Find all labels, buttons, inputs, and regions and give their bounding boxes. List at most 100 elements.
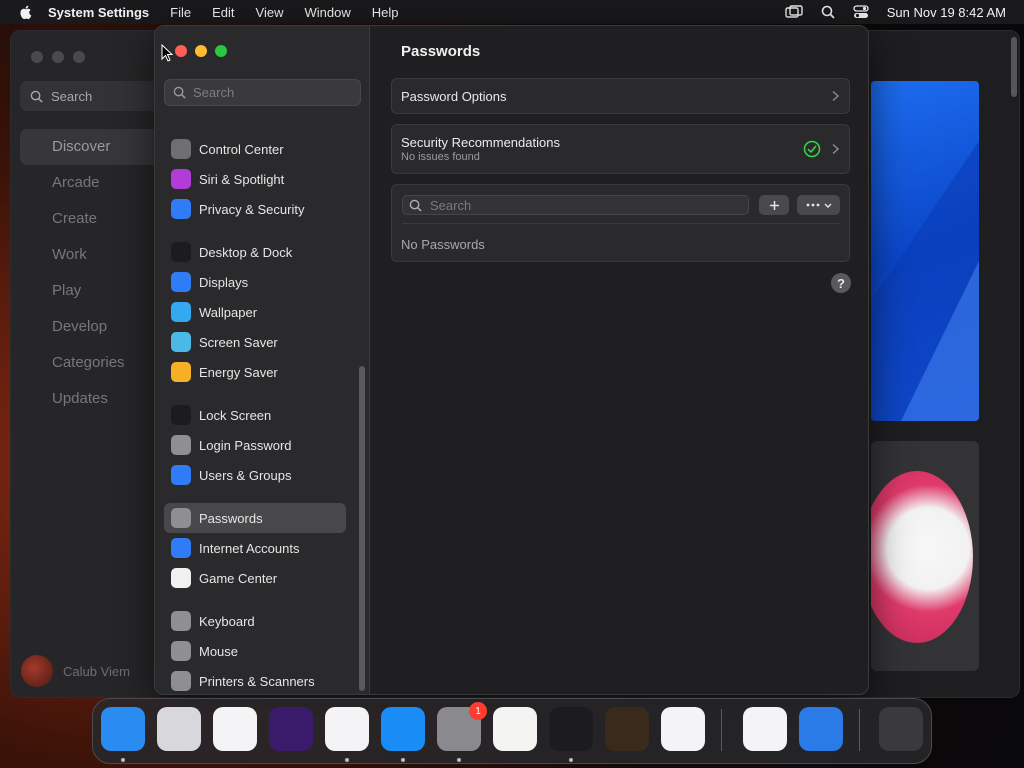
mouse-cursor-icon bbox=[161, 44, 173, 62]
menu-window[interactable]: Window bbox=[304, 5, 350, 20]
security-recommendations-row[interactable]: Security Recommendations No issues found bbox=[391, 124, 850, 174]
password-options-row[interactable]: Password Options bbox=[391, 78, 850, 114]
sidebar-item-game-center[interactable]: Game Center bbox=[164, 563, 346, 593]
wallpaper-icon bbox=[171, 302, 191, 322]
siri-icon bbox=[171, 169, 191, 189]
bg-zoom-button[interactable] bbox=[73, 51, 85, 63]
add-password-button[interactable] bbox=[759, 195, 789, 215]
sidebar-item-passwords[interactable]: Passwords bbox=[164, 503, 346, 533]
game-center-icon bbox=[171, 568, 191, 588]
menu-view[interactable]: View bbox=[256, 5, 284, 20]
running-indicator bbox=[457, 758, 461, 762]
sidebar-item-label: Energy Saver bbox=[199, 364, 278, 380]
keyboard-icon bbox=[171, 611, 191, 631]
chevron-down-icon bbox=[824, 203, 831, 208]
safari-icon[interactable] bbox=[213, 707, 257, 751]
zoom-button[interactable] bbox=[215, 45, 227, 57]
bg-nav-updates[interactable]: Updates bbox=[20, 381, 170, 417]
menu-app-name[interactable]: System Settings bbox=[48, 5, 149, 20]
search-icon bbox=[173, 86, 186, 99]
close-button[interactable] bbox=[175, 45, 187, 57]
notification-badge: 1 bbox=[469, 702, 487, 720]
help-button[interactable]: ? bbox=[831, 273, 851, 293]
vscode-icon[interactable] bbox=[661, 707, 705, 751]
background-nav: Discover Arcade Create Work Play Develop… bbox=[20, 129, 170, 417]
running-indicator bbox=[401, 758, 405, 762]
app-store-icon[interactable] bbox=[381, 707, 425, 751]
sidebar-item-wallpaper[interactable]: Wallpaper bbox=[164, 297, 346, 327]
sidebar-item-lock-screen[interactable]: Lock Screen bbox=[164, 400, 346, 430]
terminal-icon[interactable] bbox=[549, 707, 593, 751]
bg-nav-develop[interactable]: Develop bbox=[20, 309, 170, 345]
finder-icon[interactable] bbox=[101, 707, 145, 751]
sidebar-item-screen-saver[interactable]: Screen Saver bbox=[164, 327, 346, 357]
sidebar-item-label: Siri & Spotlight bbox=[199, 171, 285, 187]
textedit-icon[interactable] bbox=[493, 707, 537, 751]
bg-minimize-button[interactable] bbox=[52, 51, 64, 63]
menu-edit[interactable]: Edit bbox=[212, 5, 234, 20]
trash-icon[interactable] bbox=[879, 707, 923, 751]
launchpad-icon[interactable] bbox=[157, 707, 201, 751]
menubar-clock[interactable]: Sun Nov 19 8:42 AM bbox=[887, 5, 1006, 20]
control-center-icon[interactable] bbox=[853, 5, 869, 19]
bg-nav-discover[interactable]: Discover bbox=[20, 129, 170, 165]
sidebar-item-siri-spotlight[interactable]: Siri & Spotlight bbox=[164, 164, 346, 194]
sidebar-item-internet-accounts[interactable]: Internet Accounts bbox=[164, 533, 346, 563]
dock: 1 bbox=[92, 698, 932, 764]
sidebar-item-label: Displays bbox=[199, 274, 249, 290]
security-recommendations-title: Security Recommendations bbox=[401, 135, 560, 150]
sidebar-list: Control Center Siri & Spotlight Privacy & … bbox=[164, 116, 364, 694]
bg-nav-arcade[interactable]: Arcade bbox=[20, 165, 170, 201]
sidebar-item-desktop-dock[interactable]: Desktop & Dock bbox=[164, 237, 346, 267]
sidebar-item-privacy-security[interactable]: Privacy & Security bbox=[164, 194, 346, 224]
minimize-button[interactable] bbox=[195, 45, 207, 57]
sidebar-item-printers-scanners[interactable]: Printers & Scanners bbox=[164, 666, 346, 694]
sidebar-item-mouse[interactable]: Mouse bbox=[164, 636, 346, 666]
sidebar-scrollbar[interactable] bbox=[359, 366, 365, 691]
weather-icon[interactable] bbox=[799, 707, 843, 751]
banner-graphic bbox=[871, 141, 979, 421]
passwords-search-input[interactable] bbox=[430, 197, 730, 213]
energy-saver-icon bbox=[171, 362, 191, 382]
sidebar-item-label: Login Password bbox=[199, 437, 292, 453]
garageband-icon[interactable] bbox=[605, 707, 649, 751]
featured-app-card[interactable] bbox=[871, 441, 979, 671]
firefox-icon[interactable] bbox=[269, 707, 313, 751]
chrome-icon[interactable] bbox=[325, 707, 369, 751]
menu-file[interactable]: File bbox=[170, 5, 191, 20]
sidebar-search-field[interactable] bbox=[164, 79, 361, 106]
sidebar-item-control-center[interactable]: Control Center bbox=[164, 134, 346, 164]
passwords-search-field[interactable] bbox=[402, 195, 749, 215]
sidebar-item-keyboard[interactable]: Keyboard bbox=[164, 606, 346, 636]
dock-separator bbox=[721, 709, 722, 751]
control-center-icon bbox=[171, 139, 191, 159]
background-user-account[interactable]: Calub Viem bbox=[21, 655, 130, 687]
bg-nav-play[interactable]: Play bbox=[20, 273, 170, 309]
chevron-right-icon bbox=[832, 143, 839, 155]
more-options-button[interactable] bbox=[797, 195, 840, 215]
screen-mirroring-icon[interactable] bbox=[785, 5, 803, 19]
featured-banner-image[interactable] bbox=[871, 81, 979, 421]
sidebar-item-displays[interactable]: Displays bbox=[164, 267, 346, 297]
sidebar-item-partial bbox=[164, 116, 364, 134]
sidebar-item-energy-saver[interactable]: Energy Saver bbox=[164, 357, 346, 387]
visual-studio-icon[interactable] bbox=[743, 707, 787, 751]
menu-help[interactable]: Help bbox=[372, 5, 399, 20]
sidebar-item-label: Control Center bbox=[199, 141, 284, 157]
sidebar-item-label: Game Center bbox=[199, 570, 278, 586]
menu-bar: System Settings File Edit View Window He… bbox=[0, 0, 1024, 24]
system-settings-window: Control Center Siri & Spotlight Privacy & … bbox=[154, 25, 869, 695]
login-password-icon bbox=[171, 435, 191, 455]
bg-close-button[interactable] bbox=[31, 51, 43, 63]
bg-nav-create[interactable]: Create bbox=[20, 201, 170, 237]
background-scrollbar[interactable] bbox=[1011, 37, 1017, 97]
bg-nav-categories[interactable]: Categories bbox=[20, 345, 170, 381]
spotlight-search-icon[interactable] bbox=[821, 5, 835, 19]
sidebar-item-users-groups[interactable]: Users & Groups bbox=[164, 460, 346, 490]
apple-menu-icon[interactable] bbox=[18, 4, 34, 20]
sidebar-item-login-password[interactable]: Login Password bbox=[164, 430, 346, 460]
background-search-field[interactable]: Search bbox=[20, 81, 170, 111]
bg-nav-work[interactable]: Work bbox=[20, 237, 170, 273]
sidebar-search-input[interactable] bbox=[193, 85, 353, 100]
privacy-hand-icon bbox=[171, 199, 191, 219]
